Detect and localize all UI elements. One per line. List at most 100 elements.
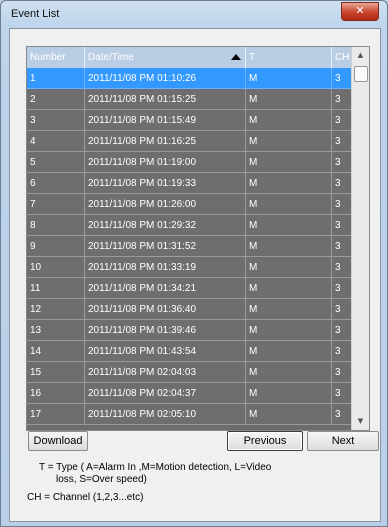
row-datetime-cell: 2011/11/08 PM 01:29:32 [85,215,246,236]
channel-legend: CH = Channel (1,2,3...etc) [27,492,144,503]
column-header-channel[interactable]: CH [332,47,352,68]
previous-button[interactable]: Previous [227,431,303,451]
vertical-scrollbar[interactable]: ▲ ▼ [351,47,369,430]
row-channel-cell: 3 [332,278,352,299]
table-row[interactable]: 15 2011/11/08 PM 02:04:03 M 3 [27,362,352,383]
table-row[interactable]: 7 2011/11/08 PM 01:26:00 M 3 [27,194,352,215]
row-channel-cell: 3 [332,89,352,110]
row-channel-cell: 3 [332,152,352,173]
type-legend-line1: T = Type ( A=Alarm In ,M=Motion detectio… [39,462,272,473]
row-channel-cell: 3 [332,194,352,215]
row-type-cell: M [246,152,332,173]
row-type-cell: M [246,131,332,152]
row-type-cell: M [246,194,332,215]
row-datetime-cell: 2011/11/08 PM 02:04:37 [85,383,246,404]
table-row[interactable]: 13 2011/11/08 PM 01:39:46 M 3 [27,320,352,341]
row-type-cell: M [246,383,332,404]
table-row[interactable]: 6 2011/11/08 PM 01:19:33 M 3 [27,173,352,194]
row-channel-cell: 3 [332,341,352,362]
row-datetime-cell: 2011/11/08 PM 01:36:40 [85,299,246,320]
row-number-cell: 10 [27,257,85,278]
download-button[interactable]: Download [28,431,88,451]
close-button[interactable]: ✕ [341,2,379,21]
row-datetime-cell: 2011/11/08 PM 01:19:00 [85,152,246,173]
window-title: Event List [11,8,60,20]
row-channel-cell: 3 [332,236,352,257]
table-row[interactable]: 2 2011/11/08 PM 01:15:25 M 3 [27,89,352,110]
row-number-cell: 6 [27,173,85,194]
table-row[interactable]: 14 2011/11/08 PM 01:43:54 M 3 [27,341,352,362]
scroll-up-icon[interactable]: ▲ [352,47,369,64]
row-number-cell: 1 [27,68,85,89]
row-channel-cell: 3 [332,320,352,341]
row-channel-cell: 3 [332,257,352,278]
row-type-cell: M [246,341,332,362]
row-channel-cell: 3 [332,215,352,236]
row-type-cell: M [246,362,332,383]
row-datetime-cell: 2011/11/08 PM 01:33:19 [85,257,246,278]
row-datetime-cell: 2011/11/08 PM 01:31:52 [85,236,246,257]
row-datetime-cell: 2011/11/08 PM 01:34:21 [85,278,246,299]
row-number-cell: 17 [27,404,85,425]
row-number-cell: 16 [27,383,85,404]
table-row[interactable]: 8 2011/11/08 PM 01:29:32 M 3 [27,215,352,236]
row-number-cell: 12 [27,299,85,320]
type-legend-line2: loss, S=Over speed) [56,474,147,485]
row-channel-cell: 3 [332,131,352,152]
table-row[interactable]: 4 2011/11/08 PM 01:16:25 M 3 [27,131,352,152]
event-list-table[interactable]: Number Date/Time T CH 1 2011/11/08 PM 01:… [26,46,370,431]
row-number-cell: 5 [27,152,85,173]
column-header-type[interactable]: T [246,47,332,68]
row-type-cell: M [246,110,332,131]
table-row[interactable]: 1 2011/11/08 PM 01:10:26 M 3 [27,68,352,89]
table-row[interactable]: 9 2011/11/08 PM 01:31:52 M 3 [27,236,352,257]
column-header-number[interactable]: Number [27,47,85,68]
table-row[interactable]: 5 2011/11/08 PM 01:19:00 M 3 [27,152,352,173]
table-row[interactable]: 10 2011/11/08 PM 01:33:19 M 3 [27,257,352,278]
row-datetime-cell: 2011/11/08 PM 02:04:03 [85,362,246,383]
dialog-body: Number Date/Time T CH 1 2011/11/08 PM 01:… [9,28,381,522]
title-bar: Event List ✕ [1,1,387,25]
row-datetime-cell: 2011/11/08 PM 01:15:49 [85,110,246,131]
row-datetime-cell: 2011/11/08 PM 01:10:26 [85,68,246,89]
row-channel-cell: 3 [332,383,352,404]
table-row[interactable]: 12 2011/11/08 PM 01:36:40 M 3 [27,299,352,320]
scroll-thumb[interactable] [354,66,368,82]
row-number-cell: 9 [27,236,85,257]
row-number-cell: 15 [27,362,85,383]
scroll-down-icon[interactable]: ▼ [352,413,369,430]
row-type-cell: M [246,257,332,278]
column-header-datetime[interactable]: Date/Time [85,47,246,68]
row-type-cell: M [246,404,332,425]
row-number-cell: 11 [27,278,85,299]
row-number-cell: 8 [27,215,85,236]
row-datetime-cell: 2011/11/08 PM 01:43:54 [85,341,246,362]
row-number-cell: 4 [27,131,85,152]
row-type-cell: M [246,68,332,89]
row-type-cell: M [246,89,332,110]
row-number-cell: 14 [27,341,85,362]
row-datetime-cell: 2011/11/08 PM 01:39:46 [85,320,246,341]
table-header: Number Date/Time T CH [27,47,352,68]
row-channel-cell: 3 [332,110,352,131]
row-channel-cell: 3 [332,404,352,425]
row-channel-cell: 3 [332,299,352,320]
row-type-cell: M [246,236,332,257]
row-datetime-cell: 2011/11/08 PM 01:16:25 [85,131,246,152]
table-row[interactable]: 16 2011/11/08 PM 02:04:37 M 3 [27,383,352,404]
event-list-window: Event List ✕ Number Date/Time T CH 1 2011… [0,0,388,527]
row-type-cell: M [246,299,332,320]
row-type-cell: M [246,215,332,236]
column-header-datetime-label: Date/Time [88,52,134,63]
row-datetime-cell: 2011/11/08 PM 01:15:25 [85,89,246,110]
table-row[interactable]: 11 2011/11/08 PM 01:34:21 M 3 [27,278,352,299]
table-row[interactable]: 17 2011/11/08 PM 02:05:10 M 3 [27,404,352,425]
row-type-cell: M [246,173,332,194]
row-type-cell: M [246,278,332,299]
table-row[interactable]: 3 2011/11/08 PM 01:15:49 M 3 [27,110,352,131]
table-body: 1 2011/11/08 PM 01:10:26 M 3 2 2011/11/08 PM … [27,68,352,425]
row-channel-cell: 3 [332,173,352,194]
row-channel-cell: 3 [332,362,352,383]
row-number-cell: 2 [27,89,85,110]
next-button[interactable]: Next [307,431,379,451]
